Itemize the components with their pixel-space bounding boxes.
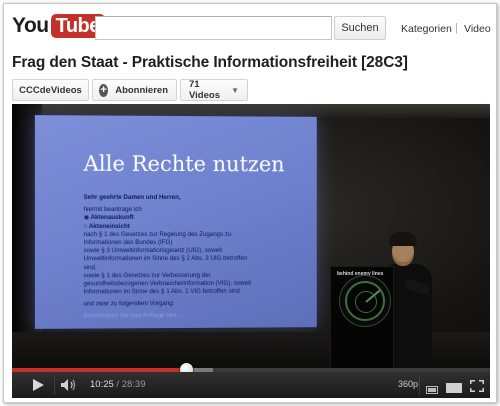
slide-title: Alle Rechte nutzen [83, 151, 285, 177]
youtube-window: You Tube Suchen Kategorien | Video Frag … [3, 3, 497, 403]
controls-divider [54, 375, 55, 395]
search-button[interactable]: Suchen [334, 16, 386, 40]
slide-line: nach § 1 des Gesetzes zur Regelung des Z… [83, 230, 232, 238]
large-player-icon [446, 383, 462, 393]
youtube-logo[interactable]: You Tube [12, 13, 105, 39]
fullscreen-button[interactable] [470, 379, 484, 392]
fullscreen-icon [470, 380, 484, 392]
channel-bar: CCCdeVideos + Abonnieren 71 Videos ▼ [12, 79, 248, 101]
projected-slide: Alle Rechte nutzen Sehr geehrte Damen un… [34, 115, 317, 329]
slide-line: Informationen des Bundes (IFG) [83, 239, 173, 247]
video-frame[interactable]: Alle Rechte nutzen Sehr geehrte Damen un… [12, 104, 490, 371]
slide-line: und zwar zu folgendem Vorgang: [83, 300, 175, 308]
slide-line: hiermit beantrage ich [83, 206, 142, 214]
plus-icon: + [99, 83, 109, 97]
play-icon [33, 379, 44, 391]
small-player-icon [426, 386, 438, 394]
volume-icon [61, 379, 76, 391]
duration: 28:39 [121, 379, 146, 390]
slide-greeting: Sehr geehrte Damen und Herren, [83, 193, 181, 202]
slide-option: ◉ Aktenauskunft [83, 214, 134, 222]
small-player-button[interactable] [426, 381, 438, 394]
search-input[interactable] [95, 16, 332, 40]
speaker-hair [389, 232, 417, 246]
masthead: You Tube Suchen Kategorien | Video [4, 4, 496, 48]
slide-body: Sehr geehrte Damen und Herren, hiermit b… [84, 194, 303, 321]
videos-count-label: 71 Videos [189, 79, 220, 101]
video-title: Frag den Staat - Praktische Informations… [12, 54, 408, 71]
videos-dropdown[interactable]: 71 Videos ▼ [180, 79, 248, 101]
player-controls: 10:25 / 28:39 360p [12, 372, 490, 398]
logo-you: You [12, 14, 49, 37]
slide-option-label: Akteneinsicht [88, 222, 130, 230]
large-player-button[interactable] [446, 380, 462, 393]
controls-divider [419, 375, 420, 395]
video-player[interactable]: Alle Rechte nutzen Sehr geehrte Damen un… [12, 104, 490, 398]
slide-line: Beschreiben Sie Ihre Anfrage hier... [83, 311, 182, 320]
caret-down-icon: ▼ [231, 85, 239, 95]
time-display: 10:25 / 28:39 [90, 379, 145, 390]
channel-button[interactable]: CCCdeVideos [12, 79, 89, 101]
nav-separator: | [455, 22, 458, 34]
time-separator: / [113, 379, 122, 390]
podium-label: behind enemy lines [337, 271, 384, 277]
radar-logo [345, 281, 385, 321]
slide-option-label: Aktenauskunft [90, 214, 134, 222]
nav-video-link[interactable]: Video [464, 23, 491, 35]
subscribe-button[interactable]: + Abonnieren [92, 79, 177, 101]
quality-button[interactable]: 360p [398, 379, 418, 389]
slide-option: ○ Akteneinsicht [83, 222, 130, 230]
volume-button[interactable] [60, 378, 78, 392]
podium: behind enemy lines [330, 266, 394, 371]
slide-line: Informationen im Sinne des § 1 Abs. 1 VI… [83, 287, 240, 296]
current-time: 10:25 [90, 379, 114, 390]
subscribe-label: Abonnieren [115, 84, 168, 96]
nav-kategorien-link[interactable]: Kategorien [401, 23, 452, 35]
play-button[interactable] [30, 377, 46, 393]
